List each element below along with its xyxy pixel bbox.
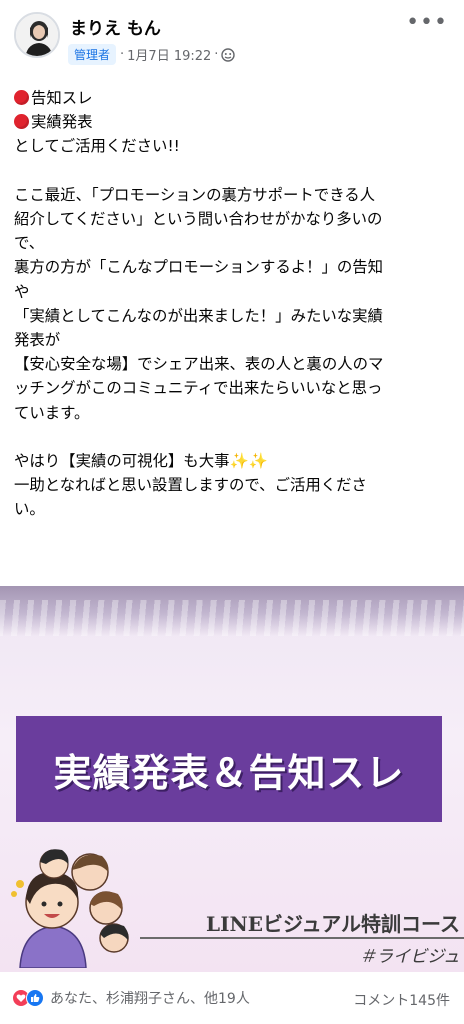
banner-title: 実績発表＆告知スレ xyxy=(53,749,405,795)
post-line-1: 告知スレ xyxy=(31,89,93,107)
post-date[interactable]: 1月7日 19:22 xyxy=(127,45,211,64)
privacy-icon[interactable] xyxy=(221,47,236,62)
post-paragraph: ここ最近、「プロモーションの裏方サポートできる人 紹介してください」という問い合… xyxy=(14,185,384,422)
avatar[interactable] xyxy=(14,12,60,58)
post-header: まりえ もん 管理者 · 1月7日 19:22 · ••• xyxy=(0,0,464,80)
reactions-summary[interactable]: あなた、杉浦翔子さん、他19人 xyxy=(12,988,250,1008)
admin-badge[interactable]: 管理者 xyxy=(68,44,117,65)
dot-separator-2: · xyxy=(214,47,219,62)
post-tail-2: 一助となればと思い設置しますので、ご活用くださ い。 xyxy=(14,476,367,519)
author-name[interactable]: まりえ もん xyxy=(70,14,161,39)
dot-separator: · xyxy=(120,47,125,62)
post-line-3: としてご活用ください!! xyxy=(14,137,180,156)
banner-title-box: 実績発表＆告知スレ xyxy=(16,716,442,822)
comments-count[interactable]: コメント145件 xyxy=(353,990,450,1010)
brush-texture xyxy=(0,600,464,636)
banner-hashtag: ＃ライビジュ xyxy=(359,947,460,967)
banner-underline xyxy=(140,937,464,939)
post-line-2: 実績発表 xyxy=(31,113,93,132)
red-circle-icon xyxy=(14,90,29,105)
red-circle-icon xyxy=(14,114,29,130)
post-body: 告知スレ 実績発表 としてご活用ください!! ここ最近、「プロモーションの裏方サ… xyxy=(14,86,454,522)
reactions-names: あなた、杉浦翔子さん、他19人 xyxy=(50,991,250,1007)
banner-course-label: LINEビジュアル特訓コース xyxy=(206,912,460,936)
post-tail-1: やはり【実績の可視化】も大事✨✨ xyxy=(14,452,268,471)
cartoon-people-illustration xyxy=(11,849,129,968)
avatar-photo-icon xyxy=(16,14,58,56)
like-reaction-icon xyxy=(26,989,44,1007)
post-meta: 管理者 · 1月7日 19:22 · xyxy=(68,44,236,65)
more-options-icon[interactable]: ••• xyxy=(406,10,448,35)
post-footer: あなた、杉浦翔子さん、他19人 コメント145件 xyxy=(0,972,464,1024)
post-image[interactable]: 実績発表＆告知スレ LINEビジュアル特訓コース ＃ライビジュ xyxy=(0,586,464,972)
